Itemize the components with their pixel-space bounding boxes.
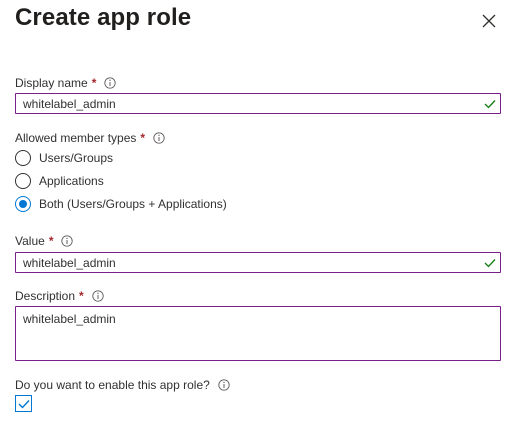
info-icon[interactable]: [92, 290, 104, 302]
value-label-text: Value: [15, 234, 45, 248]
required-mark: *: [79, 289, 84, 303]
checkmark-icon: [484, 258, 496, 268]
value-field[interactable]: [15, 252, 501, 273]
description-textarea[interactable]: whitelabel_admin: [16, 307, 500, 365]
radio-both[interactable]: Both (Users/Groups + Applications): [15, 196, 227, 212]
enable-role-checkbox[interactable]: [15, 395, 32, 412]
panel-title: Create app role: [15, 4, 192, 31]
description-field[interactable]: whitelabel_admin: [15, 306, 501, 365]
info-icon[interactable]: [218, 379, 230, 391]
display-name-input[interactable]: [16, 94, 463, 113]
description-label-text: Description: [15, 289, 76, 303]
display-name-field[interactable]: [15, 93, 501, 114]
radio-button[interactable]: [15, 173, 31, 189]
info-icon[interactable]: [104, 77, 117, 89]
checkbox-check-icon: [18, 399, 30, 409]
required-mark: *: [91, 76, 97, 90]
display-name-label: Display name *: [15, 76, 117, 90]
display-name-label-text: Display name: [15, 76, 88, 90]
close-icon: [482, 14, 496, 28]
radio-button[interactable]: [15, 150, 31, 166]
enable-role-label-text: Do you want to enable this app role?: [15, 378, 210, 392]
member-types-label-text: Allowed member types: [15, 131, 137, 145]
info-icon[interactable]: [61, 235, 74, 247]
radio-users-groups[interactable]: Users/Groups: [15, 150, 113, 166]
checkmark-icon: [484, 99, 496, 109]
required-mark: *: [48, 234, 54, 248]
radio-button-selected[interactable]: [15, 196, 31, 212]
radio-label: Users/Groups: [39, 151, 114, 165]
close-button[interactable]: [478, 10, 500, 32]
required-mark: *: [140, 131, 146, 145]
radio-applications[interactable]: Applications: [15, 173, 104, 189]
value-label: Value *: [15, 234, 74, 248]
radio-label: Applications: [39, 174, 104, 188]
member-types-label: Allowed member types *: [15, 131, 165, 145]
radio-label: Both (Users/Groups + Applications): [39, 197, 227, 211]
value-input[interactable]: [16, 253, 463, 272]
description-label: Description *: [15, 289, 104, 303]
info-icon[interactable]: [153, 132, 165, 144]
enable-role-label: Do you want to enable this app role?: [15, 378, 230, 392]
